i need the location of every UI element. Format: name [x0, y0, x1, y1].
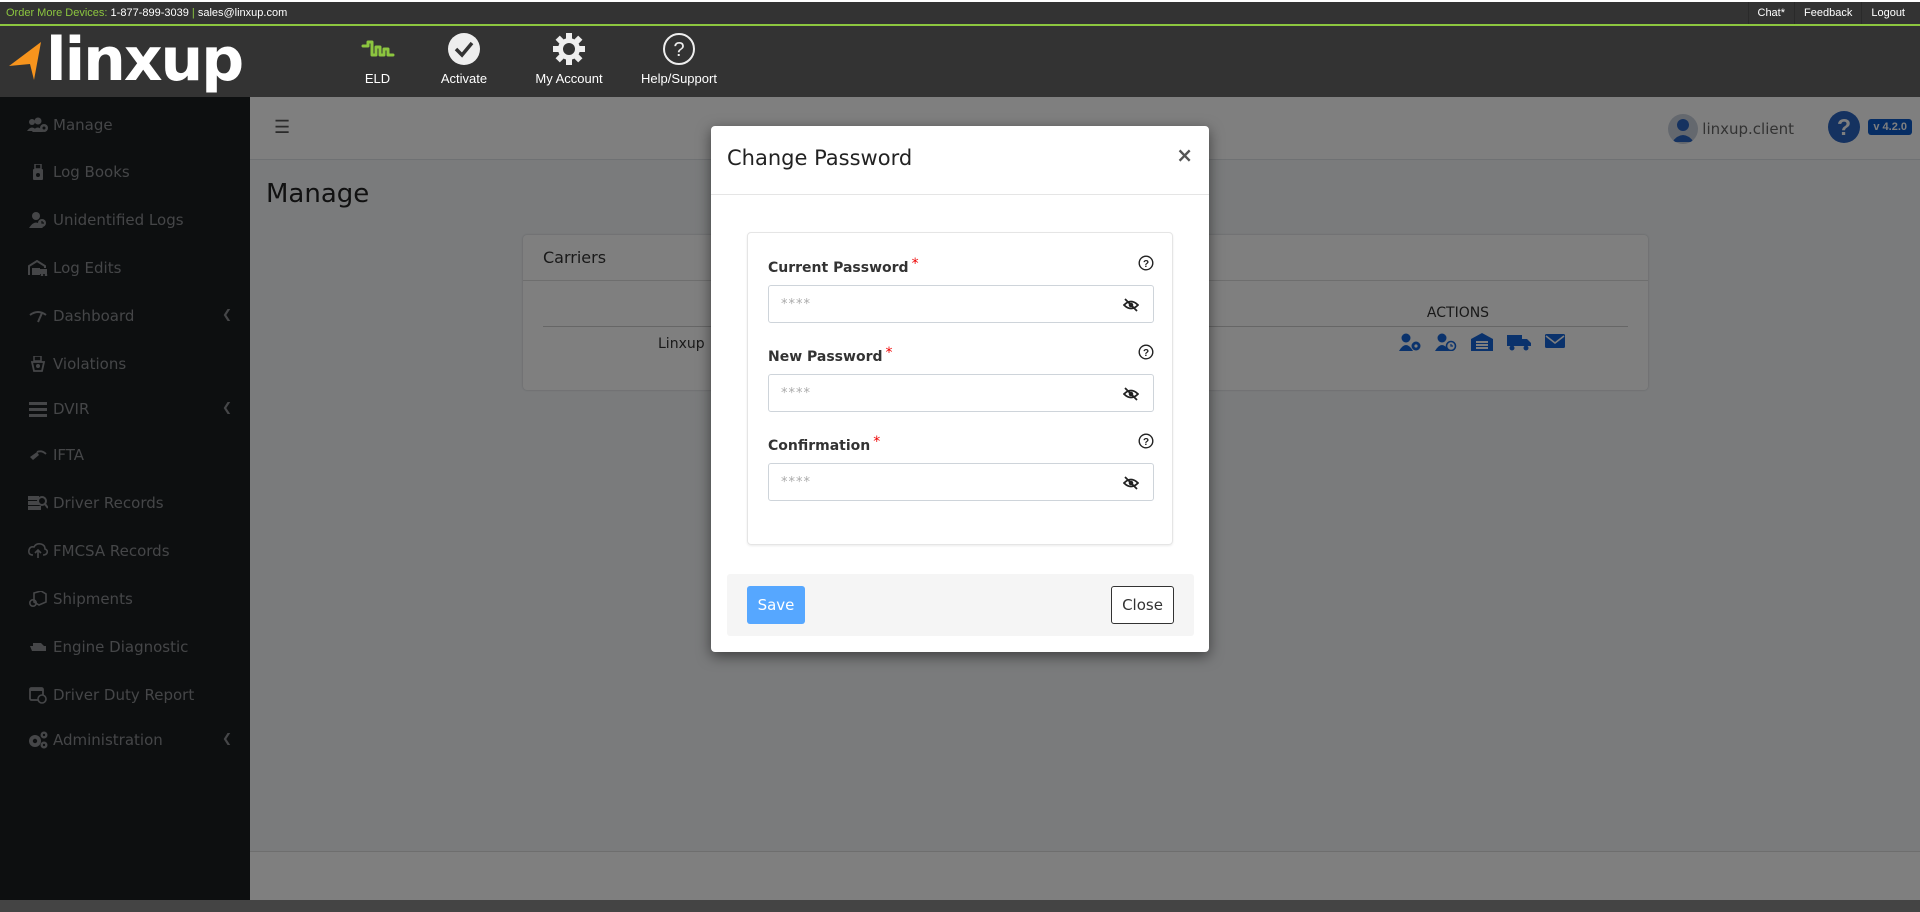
svg-text:?: ?	[1143, 437, 1149, 448]
new-password-field: New Password * ?	[768, 344, 1154, 412]
order-email[interactable]: sales@linxup.com	[198, 7, 287, 19]
nav-activate[interactable]: Activate	[409, 30, 519, 86]
save-button[interactable]: Save	[747, 586, 805, 624]
feedback-link[interactable]: Feedback	[1794, 2, 1861, 24]
svg-text:?: ?	[673, 39, 684, 61]
modal-title: Change Password	[727, 146, 913, 170]
question-circle-icon[interactable]: ?	[1138, 433, 1154, 453]
separator: |	[191, 7, 195, 19]
svg-text:?: ?	[1143, 348, 1149, 359]
top-info-bar: Order More Devices: 1-877-899-3039 | sal…	[0, 0, 1920, 26]
nav-eld-label: ELD	[364, 71, 391, 86]
eye-slash-icon[interactable]	[1122, 297, 1140, 316]
nav-help-support-label: Help/Support	[641, 71, 717, 86]
required-asterisk: *	[911, 256, 919, 272]
close-button[interactable]: Close	[1111, 586, 1174, 624]
nav-my-account[interactable]: My Account	[519, 30, 619, 86]
main-nav: ELD Activate My Account ? Help/Support	[340, 30, 739, 86]
current-password-field: Current Password * ?	[768, 255, 1154, 323]
required-asterisk: *	[885, 345, 893, 361]
new-password-input[interactable]	[769, 375, 1099, 411]
eye-slash-icon[interactable]	[1122, 386, 1140, 405]
order-label: Order More Devices:	[6, 7, 108, 19]
logo-text: linxup	[46, 25, 244, 95]
current-password-input-wrap	[768, 285, 1154, 323]
new-password-input-wrap	[768, 374, 1154, 412]
field-label: Current Password	[768, 260, 909, 276]
nav-eld[interactable]: ELD	[340, 30, 415, 86]
question-circle-icon[interactable]: ?	[1138, 344, 1154, 364]
nav-help-support[interactable]: ? Help/Support	[619, 30, 739, 86]
eye-slash-icon[interactable]	[1122, 475, 1140, 494]
svg-text:?: ?	[1143, 259, 1149, 270]
close-icon[interactable]: ×	[1176, 143, 1193, 167]
chat-link[interactable]: Chat*	[1747, 2, 1795, 24]
current-password-input[interactable]	[769, 286, 1099, 322]
eld-signal-icon	[361, 30, 395, 68]
confirmation-input[interactable]	[769, 464, 1099, 500]
required-asterisk: *	[873, 434, 881, 450]
nav-activate-label: Activate	[440, 71, 488, 86]
change-password-modal: Change Password × Current Password * ? Ne…	[711, 126, 1209, 652]
nav-my-account-label: My Account	[535, 71, 603, 86]
order-info: Order More Devices: 1-877-899-3039 | sal…	[6, 7, 287, 19]
confirmation-field: Confirmation * ?	[768, 433, 1154, 501]
check-circle-icon	[447, 30, 481, 68]
top-links: Chat* Feedback Logout	[1747, 2, 1915, 24]
app-header: linxup ELD Activate My Account ? Help/Su…	[0, 26, 1920, 97]
password-form: Current Password * ? New Password * ? Conf…	[747, 232, 1173, 545]
gear-icon	[552, 30, 586, 68]
modal-footer: Save Close	[727, 574, 1194, 636]
question-circle-icon[interactable]: ?	[1138, 255, 1154, 275]
field-label: New Password	[768, 349, 883, 365]
confirmation-input-wrap	[768, 463, 1154, 501]
arrow-logo-icon	[9, 42, 41, 80]
field-label: Confirmation	[768, 438, 871, 454]
order-phone: 1-877-899-3039	[110, 7, 189, 19]
question-circle-icon: ?	[662, 30, 696, 68]
logout-link[interactable]: Logout	[1861, 2, 1914, 24]
linxup-logo[interactable]: linxup	[8, 25, 244, 95]
modal-header: Change Password ×	[711, 126, 1209, 195]
